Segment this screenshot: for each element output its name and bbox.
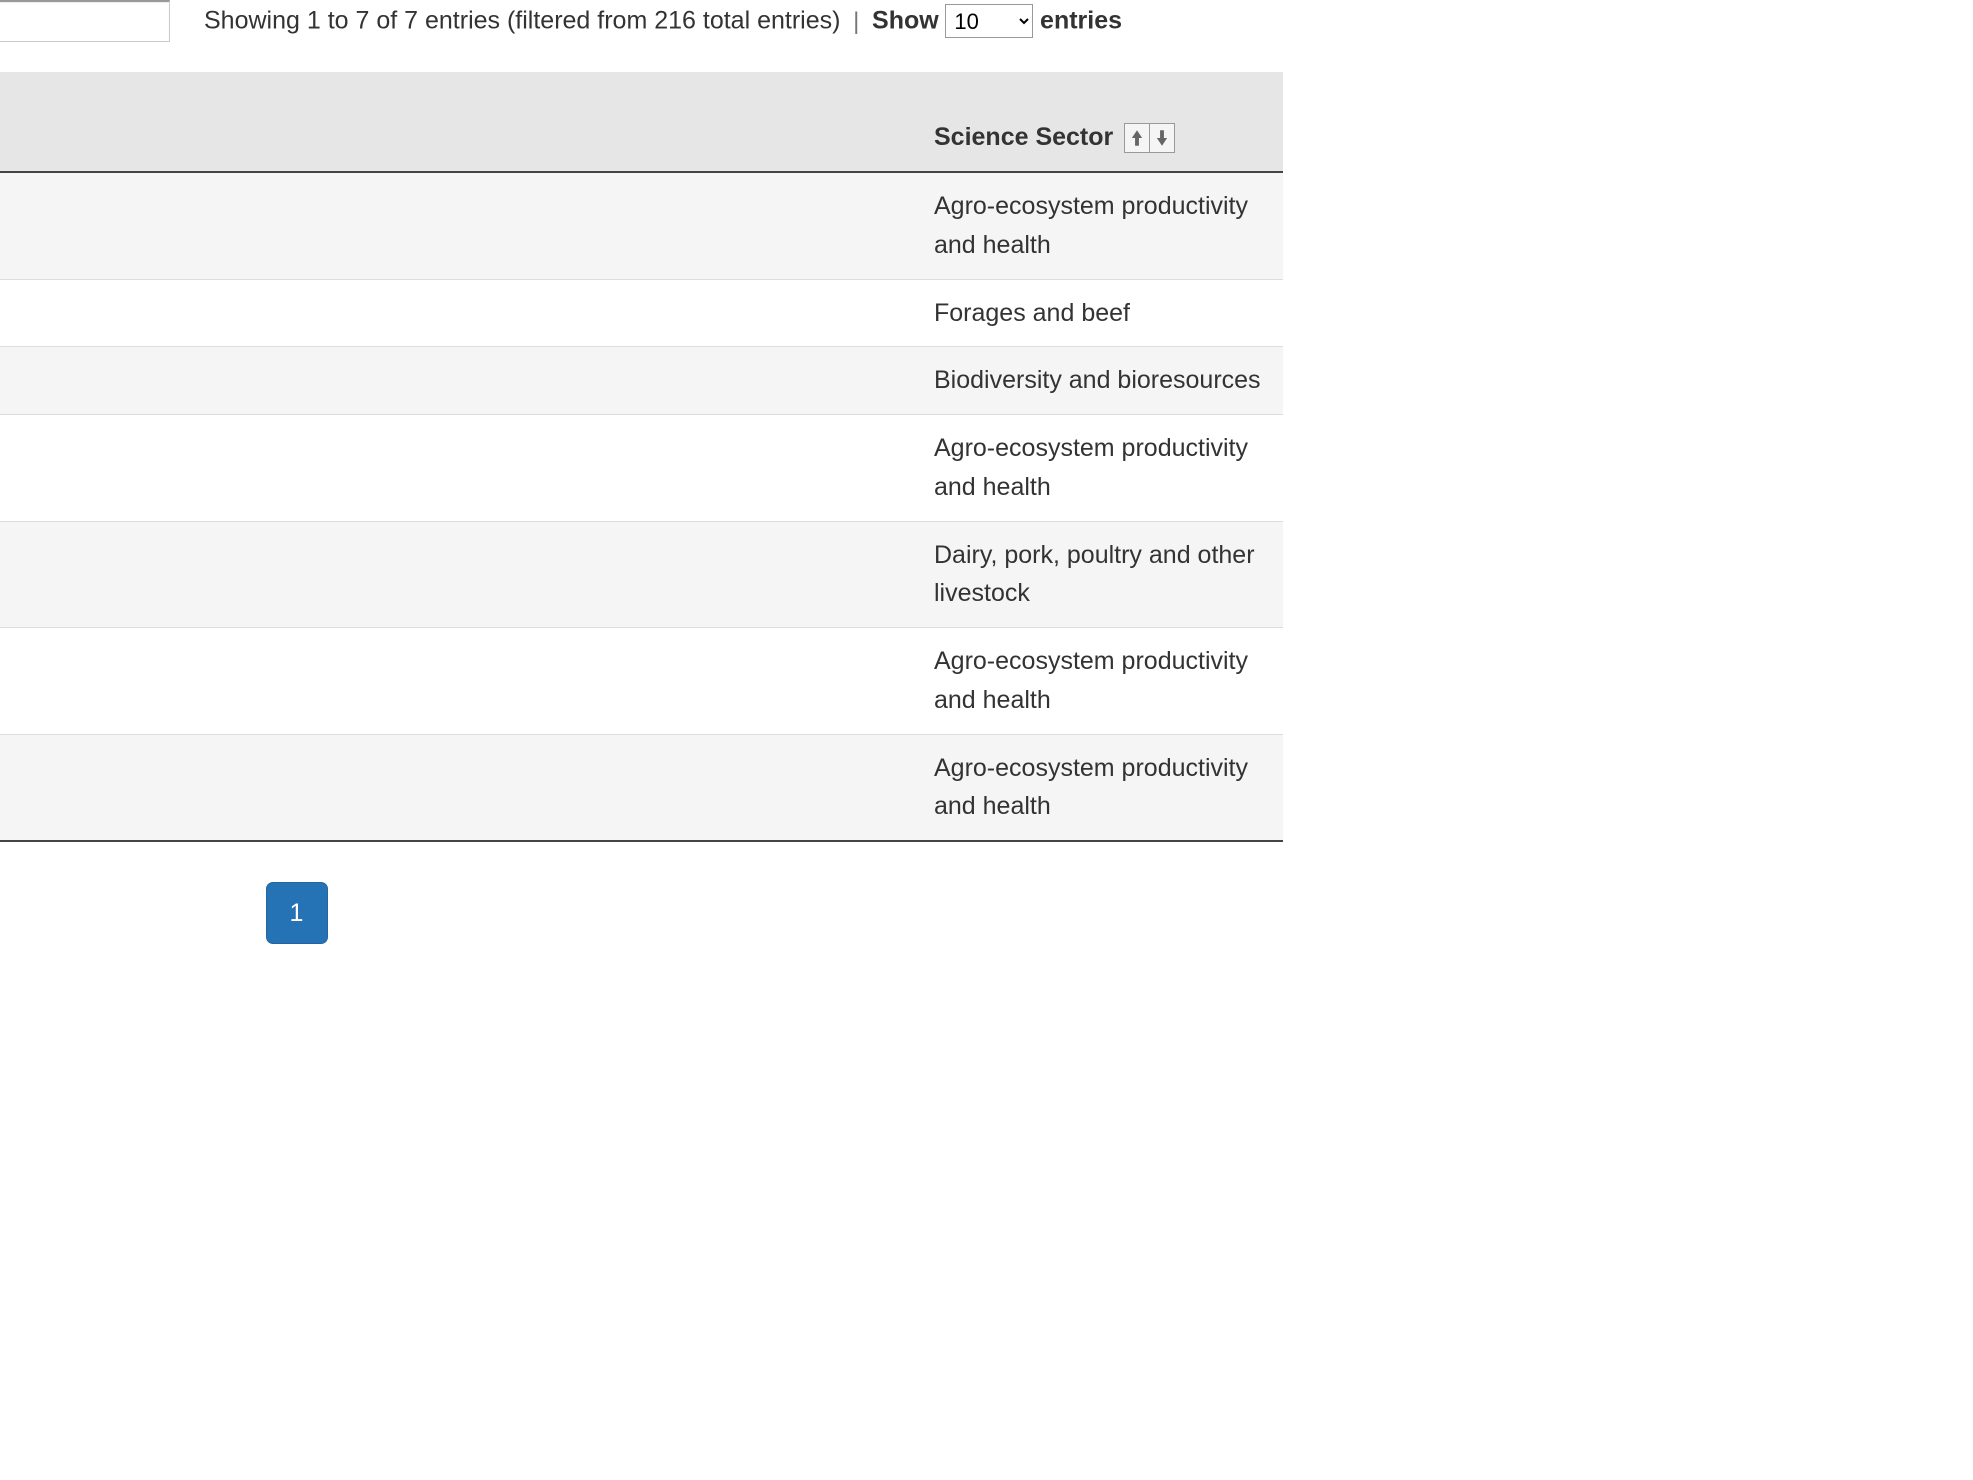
show-label: Show: [872, 7, 939, 35]
table-row: the sugar content (video)Forages and bee…: [0, 279, 1283, 347]
divider: |: [853, 8, 859, 35]
title-cell: early-lactation dairy cows: [0, 521, 920, 628]
sector-cell: Agro-ecosystem productivity and health: [920, 415, 1283, 522]
table-row: eAgro-ecosystem productivity and health: [0, 415, 1283, 522]
table-row: g cows benefits both farmers and the env…: [0, 628, 1283, 735]
info-wrapper: Showing 1 to 7 of 7 entries (filtered fr…: [204, 4, 1122, 38]
title-cell: the sugar content (video): [0, 279, 920, 347]
sector-cell: Agro-ecosystem productivity and health: [920, 734, 1283, 841]
entries-label: entries: [1040, 7, 1122, 35]
column-header-title[interactable]: [0, 72, 920, 172]
table-row: ow - Milking cows (video)Agro-ecosystem …: [0, 172, 1283, 279]
entries-select[interactable]: 10: [945, 4, 1033, 38]
title-cell: – New Beetles Help Degrade Dung on Canad…: [0, 347, 920, 415]
table-row: – New Beetles Help Degrade Dung on Canad…: [0, 347, 1283, 415]
table-row: erent feed can reduce greenhouse gas emi…: [0, 734, 1283, 841]
title-cell: erent feed can reduce greenhouse gas emi…: [0, 734, 920, 841]
sort-asc-button[interactable]: [1124, 123, 1150, 153]
sort-desc-button[interactable]: [1149, 123, 1175, 153]
title-cell: g cows benefits both farmers and the env…: [0, 628, 920, 735]
filter-input[interactable]: [0, 0, 170, 42]
sector-cell: Biodiversity and bioresources: [920, 347, 1283, 415]
table-header-row: Science Sector: [0, 72, 1283, 172]
arrow-up-icon: [1130, 129, 1144, 147]
arrow-down-icon: [1155, 129, 1169, 147]
table-row: early-lactation dairy cowsDairy, pork, p…: [0, 521, 1283, 628]
title-cell: e: [0, 415, 920, 522]
column-header-science-sector[interactable]: Science Sector: [920, 72, 1283, 172]
sort-arrows: [1124, 123, 1175, 153]
table-controls: Showing 1 to 7 of 7 entries (filtered fr…: [0, 0, 1283, 54]
title-cell: ow - Milking cows (video): [0, 172, 920, 279]
showing-info-text: Showing 1 to 7 of 7 entries (filtered fr…: [204, 7, 840, 35]
sector-cell: Forages and beef: [920, 279, 1283, 347]
sector-cell: Dairy, pork, poultry and other livestock: [920, 521, 1283, 628]
results-table: Science Sector ow - Milking cows (video)…: [0, 72, 1283, 842]
sector-cell: Agro-ecosystem productivity and health: [920, 172, 1283, 279]
column-header-label: Science Sector: [934, 123, 1113, 151]
page-wrapper: Showing 1 to 7 of 7 entries (filtered fr…: [0, 0, 1283, 944]
sector-cell: Agro-ecosystem productivity and health: [920, 628, 1283, 735]
page-1-button[interactable]: 1: [266, 882, 328, 944]
pagination: 1: [0, 882, 1283, 944]
